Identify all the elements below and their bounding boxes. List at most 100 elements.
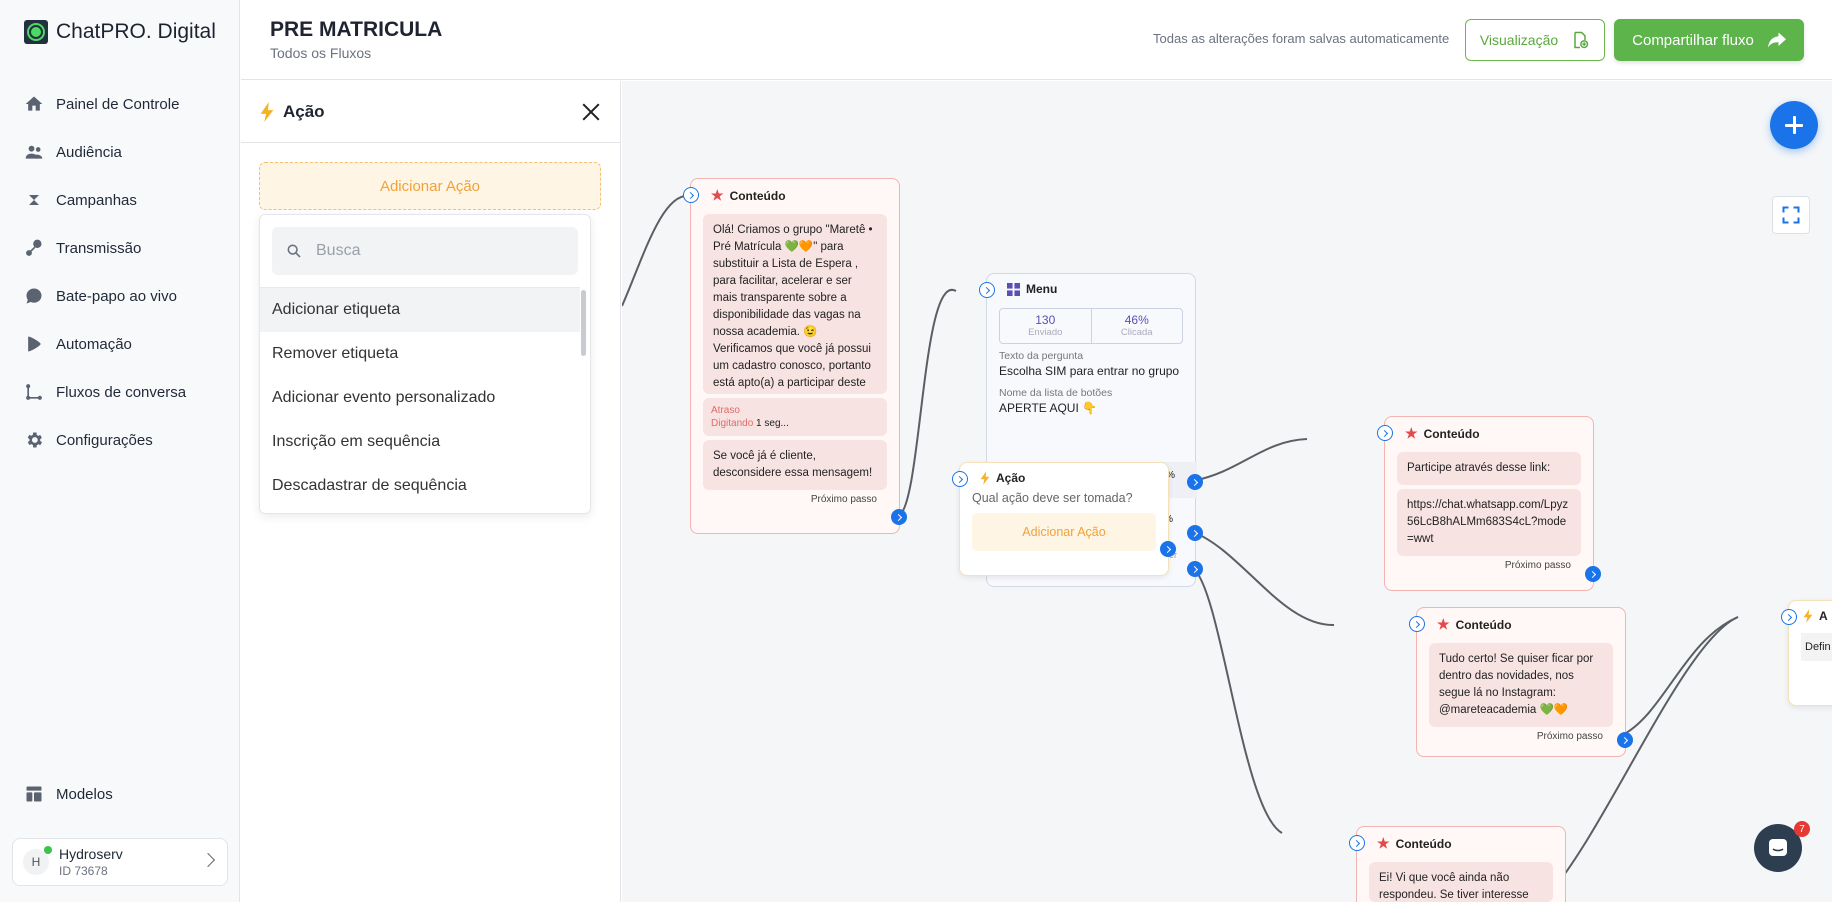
brand-logo-icon xyxy=(24,20,48,44)
output-port-icon[interactable] xyxy=(1585,566,1601,582)
gear-icon xyxy=(27,432,42,448)
sidebar: ChatPRO. Digital Painel de Controle Audi… xyxy=(0,0,240,902)
avatar-initial: H xyxy=(31,855,41,869)
action-options-list: Adicionar etiqueta Remover etiqueta Adic… xyxy=(260,287,580,508)
action-node[interactable]: Ação Qual ação deve ser tomada? Adiciona… xyxy=(952,462,1176,576)
broadcast-icon xyxy=(26,239,42,256)
input-port-icon[interactable] xyxy=(1781,609,1797,625)
option-add-custom-event[interactable]: Adicionar evento personalizado xyxy=(260,376,580,420)
share-button-label: Compartilhar fluxo xyxy=(1632,31,1754,49)
output-port-icon[interactable] xyxy=(1160,541,1176,557)
share-icon xyxy=(1767,32,1786,48)
preview-icon xyxy=(1574,31,1589,49)
node-header: ★ Conteúdo xyxy=(1385,417,1593,448)
content-node-instagram[interactable]: ★ Conteúdo Tudo certo! Se quiser ficar p… xyxy=(1409,607,1633,757)
preview-button-label: Visualização xyxy=(1479,32,1559,48)
action-add-button[interactable]: Adicionar Ação xyxy=(972,513,1156,551)
nav-item-label: Transmissão xyxy=(56,239,142,257)
message-bubble: Ei! Vi que você ainda não respondeu. Se … xyxy=(1369,862,1553,902)
output-port-icon[interactable] xyxy=(1617,732,1633,748)
add-node-button[interactable] xyxy=(1770,101,1818,149)
search-input[interactable] xyxy=(316,242,556,260)
menu-grid-icon xyxy=(1007,282,1020,296)
output-port-icon[interactable] xyxy=(1187,561,1203,577)
account-name: Hydroserv xyxy=(59,846,123,862)
delay-block: Atraso Digitando 1 seg... xyxy=(703,398,887,436)
node-type: Menu xyxy=(1026,282,1058,296)
nav-item-templates[interactable]: Modelos xyxy=(0,770,240,818)
dropdown-scrollbar[interactable] xyxy=(581,290,586,356)
share-flow-button[interactable]: Compartilhar fluxo xyxy=(1614,19,1804,61)
option-remove-tag[interactable]: Remover etiqueta xyxy=(260,332,580,376)
fit-screen-button[interactable] xyxy=(1772,196,1810,234)
breadcrumb[interactable]: Todos os Fluxos xyxy=(270,45,371,61)
home-icon xyxy=(25,96,43,111)
brand[interactable]: ChatPRO. Digital xyxy=(24,20,216,44)
templates-icon xyxy=(26,786,42,802)
output-port-icon[interactable] xyxy=(1187,525,1203,541)
nav-item-audience[interactable]: Audiência xyxy=(0,128,240,176)
content-node-welcome[interactable]: ★ Conteúdo Olá! Criamos o grupo "Maretê … xyxy=(683,178,907,534)
node-type: A xyxy=(1819,609,1828,623)
input-port-icon[interactable] xyxy=(1349,835,1365,851)
input-port-icon[interactable] xyxy=(979,282,995,298)
sent-label: Enviado xyxy=(1028,327,1063,338)
action-partial-text: Defin xyxy=(1801,633,1832,661)
node-type: Conteúdo xyxy=(1423,426,1480,441)
input-port-icon[interactable] xyxy=(1409,616,1425,632)
output-port-icon[interactable] xyxy=(1187,474,1203,490)
node-header: ★ Conteúdo xyxy=(1357,827,1565,858)
link-bubble[interactable]: https://chat.whatsapp.com/Lpyz56LcB8hALM… xyxy=(1397,489,1581,556)
output-port-icon[interactable] xyxy=(891,509,907,525)
nav-item-settings[interactable]: Configurações xyxy=(0,416,240,464)
option-unsubscribe-sequence[interactable]: Descadastrar de sequência xyxy=(260,464,580,508)
add-action-button[interactable]: Adicionar Ação xyxy=(259,162,601,210)
brand-name: ChatPRO. Digital xyxy=(56,20,216,43)
message-bubble: Tudo certo! Se quiser ficar por dentro d… xyxy=(1429,643,1613,727)
close-icon[interactable] xyxy=(578,99,604,125)
input-port-icon[interactable] xyxy=(683,187,699,203)
nav-item-label: Painel de Controle xyxy=(56,95,180,113)
account-switcher[interactable]: H Hydroserv ID 73678 xyxy=(12,838,228,886)
flow-canvas[interactable]: ★ Conteúdo Olá! Criamos o grupo "Maretê … xyxy=(622,81,1832,902)
nav-item-live-chat[interactable]: Bate-papo ao vivo xyxy=(0,272,240,320)
clicked-rate: 46% xyxy=(1124,313,1149,327)
online-status-icon xyxy=(44,846,52,854)
input-port-icon[interactable] xyxy=(952,471,968,487)
nav-item-dashboard[interactable]: Painel de Controle xyxy=(0,80,240,128)
node-type: Conteúdo xyxy=(1455,617,1512,632)
lightning-icon xyxy=(260,101,274,122)
chat-icon xyxy=(26,288,42,304)
panel-header: Ação xyxy=(241,81,620,143)
content-node-reminder[interactable]: ★ Conteúdo Ei! Vi que você ainda não res… xyxy=(1349,826,1566,902)
nav-item-broadcast[interactable]: Transmissão xyxy=(0,224,240,272)
nav-item-flows[interactable]: Fluxos de conversa xyxy=(0,368,240,416)
nav-item-campaigns[interactable]: Campanhas xyxy=(0,176,240,224)
lightning-icon xyxy=(980,471,990,485)
preview-button[interactable]: Visualização xyxy=(1465,19,1605,61)
unread-badge: 7 xyxy=(1794,821,1810,837)
content-node-link[interactable]: ★ Conteúdo Participe através desse link:… xyxy=(1377,416,1601,591)
nav-item-label: Modelos xyxy=(56,785,113,803)
automation-icon xyxy=(28,336,41,352)
nav-item-label: Audiência xyxy=(56,143,122,161)
page-title: PRE MATRICULA xyxy=(270,18,443,41)
node-header: Menu xyxy=(987,274,1195,302)
search-icon xyxy=(287,244,301,258)
message-bubble: Participe através desse link: xyxy=(1397,452,1581,485)
nav-item-label: Automação xyxy=(56,335,132,353)
sent-count: 130 xyxy=(1035,313,1056,327)
action-node-partial[interactable]: A Defin xyxy=(1781,600,1832,706)
account-id: ID 73678 xyxy=(59,864,108,878)
node-type: Ação xyxy=(996,471,1026,485)
input-port-icon[interactable] xyxy=(1377,425,1393,441)
action-dropdown: Adicionar etiqueta Remover etiqueta Adic… xyxy=(259,214,591,514)
option-add-tag[interactable]: Adicionar etiqueta xyxy=(260,288,580,332)
delay-label: Atraso xyxy=(711,405,740,416)
star-icon: ★ xyxy=(1437,616,1450,632)
message-bubble: Se você já é cliente, desconsidere essa … xyxy=(703,440,887,490)
option-subscribe-sequence[interactable]: Inscrição em sequência xyxy=(260,420,580,464)
chevron-right-icon xyxy=(200,852,216,868)
question-label: Texto da pergunta xyxy=(999,350,1084,362)
nav-item-automation[interactable]: Automação xyxy=(0,320,240,368)
